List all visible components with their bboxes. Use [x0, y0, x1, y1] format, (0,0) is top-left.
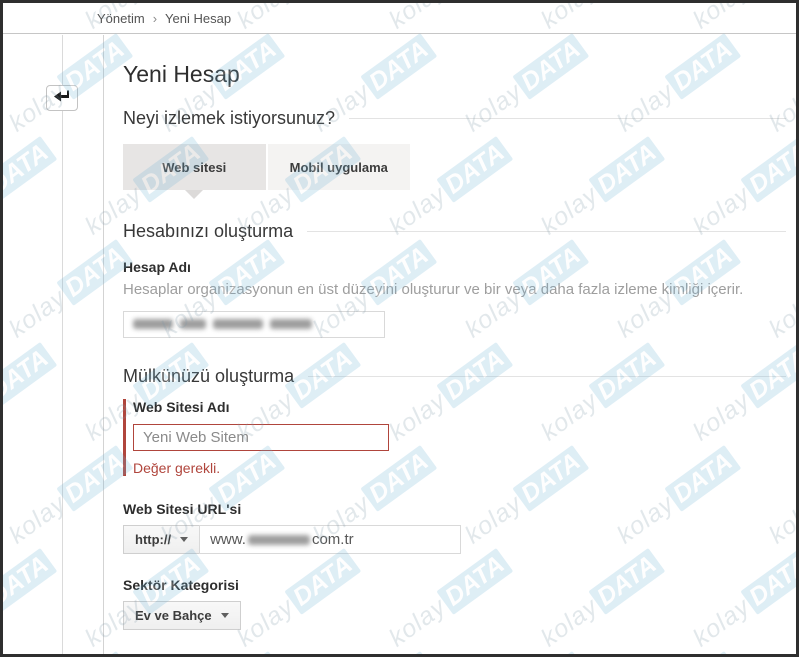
back-arrow-icon [53, 90, 71, 106]
section-property: Mülkünüzü oluşturma [123, 366, 786, 387]
tab-web-site[interactable]: Web sitesi [123, 144, 266, 199]
back-button[interactable] [46, 85, 78, 111]
section-rule [307, 231, 786, 232]
section-rule [349, 118, 786, 119]
section-track: Neyi izlemek istiyorsunuz? [123, 108, 786, 129]
breadcrumb-current-page: Yeni Hesap [165, 10, 232, 26]
section-track-title: Neyi izlemek istiyorsunuz? [123, 108, 336, 128]
tab-mobile-app[interactable]: Mobil uygulama [267, 144, 410, 190]
url-redacted-middle [247, 534, 310, 545]
tab-mobile-app-label: Mobil uygulama [289, 159, 388, 175]
industry-selected-value: Ev ve Bahçe [135, 608, 212, 623]
account-name-input[interactable] [123, 311, 385, 338]
section-account: Hesabınızı oluşturma [123, 221, 786, 242]
breadcrumb: Yönetim › Yeni Hesap [3, 3, 796, 34]
website-url-label: Web Sitesi URL'si [123, 501, 242, 517]
website-name-field-group: Web Sitesi Adı Yeni Web Sitem Değer gere… [123, 399, 786, 476]
website-name-label: Web Sitesi Adı [133, 399, 230, 415]
url-visible-prefix: www. [210, 531, 246, 548]
left-rail-divider [62, 35, 63, 654]
website-name-placeholder: Yeni Web Sitem [143, 429, 249, 446]
account-name-label: Hesap Adı [123, 259, 191, 275]
website-name-input[interactable]: Yeni Web Sitem [133, 424, 389, 451]
section-property-title: Mülkünüzü oluşturma [123, 366, 295, 386]
breadcrumb-admin-link[interactable]: Yönetim [97, 11, 145, 26]
app-window: Yönetim › Yeni Hesap Yeni Hesap Neyi izl… [0, 0, 799, 657]
website-name-error: Değer gerekli. [133, 460, 221, 476]
account-name-help: Hesaplar organizasyonun en üst düzeyini … [123, 281, 744, 298]
url-visible-suffix: com.tr [311, 531, 354, 548]
account-name-redacted-value [133, 316, 312, 333]
breadcrumb-separator: › [152, 10, 158, 26]
chevron-down-icon [180, 537, 189, 542]
watermark-text: kolayDATA [3, 341, 58, 447]
watermark-text: kolayDATA [3, 135, 58, 241]
url-protocol-dropdown[interactable]: http:// [123, 525, 201, 554]
url-protocol-value: http:// [135, 532, 172, 547]
website-url-input[interactable]: www. com.tr [199, 525, 462, 554]
main-content-panel: Yeni Hesap Neyi izlemek istiyorsunuz? We… [103, 35, 796, 654]
watermark-text: kolayDATA [3, 547, 58, 653]
tab-web-site-label: Web sitesi [162, 159, 227, 175]
chevron-down-icon [220, 613, 229, 618]
section-rule [308, 376, 786, 377]
page-title: Yeni Hesap [123, 61, 240, 87]
section-account-title: Hesabınızı oluşturma [123, 221, 294, 241]
industry-label: Sektör Kategorisi [123, 577, 239, 593]
tracking-type-tabs: Web sitesi Mobil uygulama [123, 144, 410, 199]
industry-dropdown[interactable]: Ev ve Bahçe [123, 601, 241, 630]
website-url-row: http:// www. com.tr [123, 525, 786, 554]
